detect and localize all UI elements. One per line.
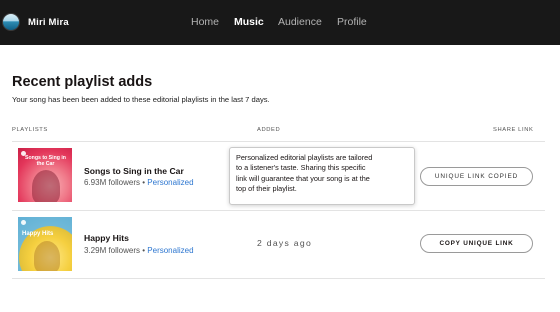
cover-title: Happy Hits	[22, 231, 54, 237]
playlist-meta: 6.93M followers • Personalized	[84, 178, 194, 187]
artist-avatar[interactable]	[2, 13, 20, 31]
page-title: Recent playlist adds	[12, 74, 153, 90]
followers-count: 6.93M followers	[84, 178, 141, 187]
header-divider	[12, 141, 545, 142]
column-header-added: ADDED	[257, 127, 281, 133]
row-divider	[12, 210, 545, 211]
tooltip-line: to a listener's taste. Sharing this spec…	[236, 163, 366, 173]
tooltip-line: link will guarantee that your song is at…	[236, 173, 370, 183]
tooltip-line: Personalized editorial playlists are tai…	[236, 153, 373, 162]
tooltip-line: top of their playlist.	[236, 183, 297, 193]
nav-home[interactable]: Home	[191, 16, 219, 28]
cover-figure	[32, 170, 60, 202]
artist-brand[interactable]: Miri Mira	[2, 11, 69, 33]
top-navigation-bar: Miri Mira Home Music Audience Profile	[0, 0, 560, 45]
spotify-logo-icon	[21, 220, 26, 225]
unique-link-copied-button[interactable]: UNIQUE LINK COPIED	[420, 167, 533, 186]
cover-title: Songs to Sing in the Car	[25, 155, 66, 167]
added-date: 2 days ago	[257, 238, 313, 248]
personalized-tag[interactable]: Personalized	[147, 178, 193, 187]
playlist-name[interactable]: Happy Hits	[84, 233, 129, 243]
personalized-tag[interactable]: Personalized	[147, 246, 193, 255]
column-header-share-link: SHARE LINK	[493, 127, 534, 133]
playlist-meta: 3.29M followers • Personalized	[84, 246, 194, 255]
followers-count: 3.29M followers	[84, 246, 141, 255]
page-subtitle: Your song has been been added to these e…	[12, 95, 270, 104]
personalized-tooltip: Personalized editorial playlists are tai…	[229, 147, 415, 205]
cover-figure	[34, 241, 60, 271]
playlist-cover-songs-to-sing-in-the-car[interactable]: Songs to Sing in the Car	[18, 148, 72, 202]
row-divider	[12, 278, 545, 279]
copy-unique-link-button[interactable]: COPY UNIQUE LINK	[420, 234, 533, 253]
nav-music[interactable]: Music	[234, 16, 264, 28]
playlist-cover-happy-hits[interactable]: Happy Hits	[18, 217, 72, 271]
playlist-name[interactable]: Songs to Sing in the Car	[84, 166, 184, 176]
column-header-playlists: PLAYLISTS	[12, 127, 48, 133]
nav-profile[interactable]: Profile	[337, 16, 367, 28]
artist-name[interactable]: Miri Mira	[28, 17, 69, 28]
nav-audience[interactable]: Audience	[278, 16, 322, 28]
